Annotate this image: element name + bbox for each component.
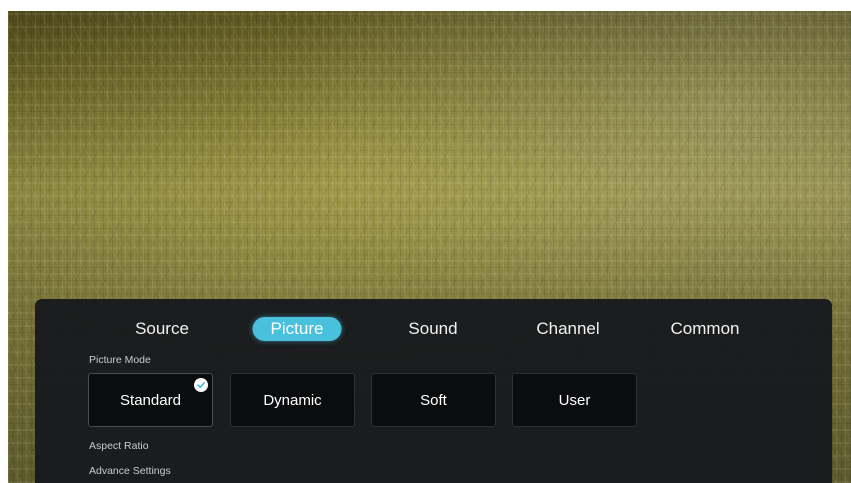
aspect-ratio-item[interactable]: Aspect Ratio — [89, 440, 149, 452]
tab-sound[interactable]: Sound — [408, 317, 457, 341]
picture-mode-option-dynamic[interactable]: Dynamic — [230, 373, 355, 427]
picture-mode-option-soft[interactable]: Soft — [371, 373, 496, 427]
tab-source[interactable]: Source — [135, 317, 189, 341]
option-label: Standard — [120, 391, 181, 409]
tab-picture[interactable]: Picture — [252, 317, 342, 341]
option-label: User — [558, 391, 591, 409]
tab-channel[interactable]: Channel — [536, 317, 599, 341]
menu-tab-bar: Source Picture Sound Channel Common — [35, 317, 832, 343]
picture-mode-option-user[interactable]: User — [512, 373, 637, 427]
tab-common[interactable]: Common — [671, 317, 740, 341]
option-label: Dynamic — [263, 391, 322, 409]
picture-mode-label: Picture Mode — [89, 354, 151, 366]
picture-mode-option-standard[interactable]: Standard — [88, 373, 213, 427]
check-icon — [194, 378, 208, 392]
option-label: Soft — [420, 391, 447, 409]
settings-menu-panel: Source Picture Sound Channel Common Pict… — [35, 299, 832, 483]
advance-settings-item[interactable]: Advance Settings — [89, 465, 171, 477]
